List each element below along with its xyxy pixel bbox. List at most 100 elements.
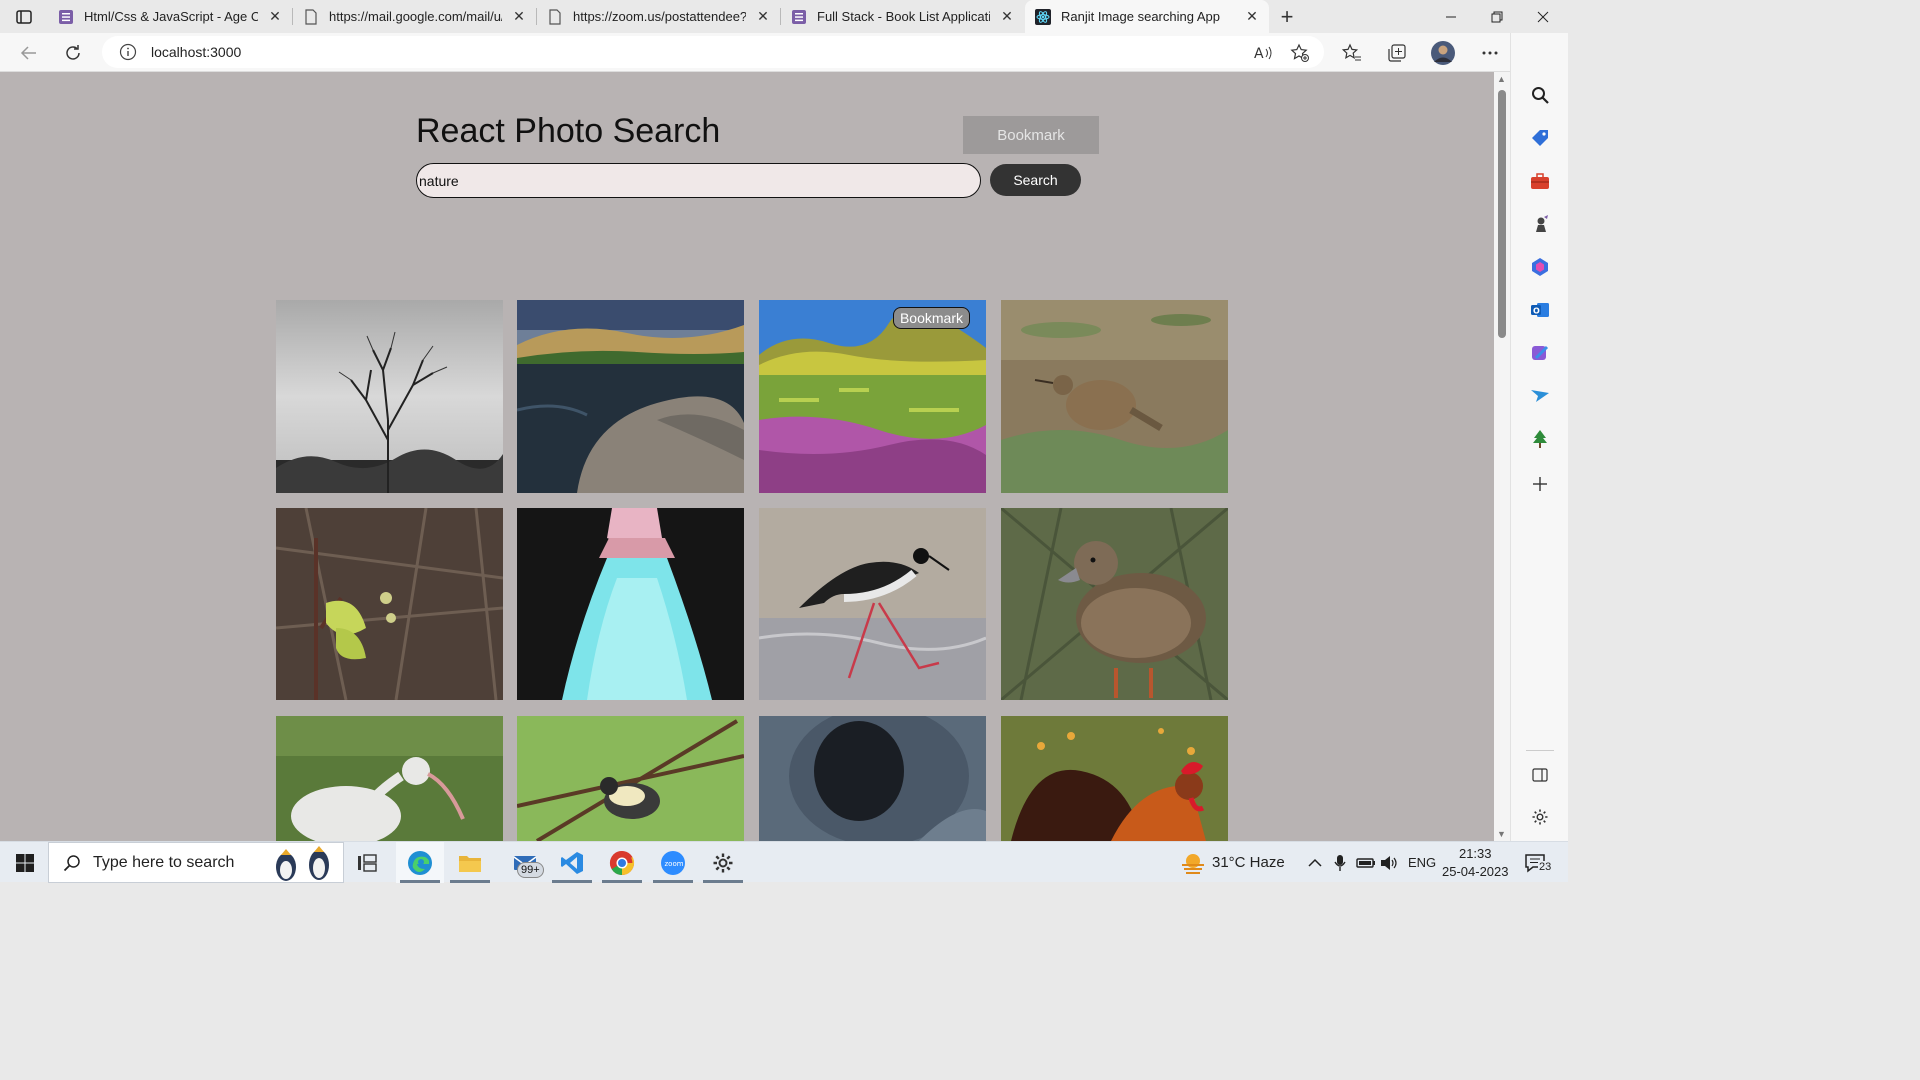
tab-zoom[interactable]: https://zoom.us/postattendee?m ✕ xyxy=(537,0,780,33)
scroll-up-icon[interactable]: ▲ xyxy=(1497,74,1506,84)
windows-start-icon[interactable] xyxy=(4,842,46,883)
photo-image xyxy=(1001,716,1228,841)
form-page-icon xyxy=(792,9,806,24)
chrome-icon[interactable] xyxy=(600,842,644,883)
taskbar-search-placeholder: Type here to search xyxy=(93,853,235,871)
profile-avatar[interactable] xyxy=(1430,40,1456,66)
weather-widget[interactable]: 31°C Haze xyxy=(1180,842,1285,883)
photo-image xyxy=(517,300,744,493)
shopping-tag-icon[interactable] xyxy=(1530,128,1550,148)
running-indicator xyxy=(450,880,490,883)
tree-icon[interactable] xyxy=(1530,429,1550,449)
browser-toolbar: localhost:3000 A xyxy=(0,33,1568,72)
tab-title: Html/Css & JavaScript - Age Calc xyxy=(84,9,258,24)
search-input[interactable]: nature xyxy=(416,163,981,198)
photo-card[interactable] xyxy=(276,300,503,493)
favorites-icon[interactable] xyxy=(1339,40,1365,66)
running-indicator xyxy=(400,880,440,883)
photo-bookmark-button[interactable]: Bookmark xyxy=(892,307,970,329)
running-indicator xyxy=(602,880,642,883)
photo-card[interactable] xyxy=(1001,508,1228,700)
mail-icon[interactable]: 99+ xyxy=(500,842,552,883)
photo-card[interactable]: Bookmark xyxy=(759,300,986,493)
games-icon[interactable] xyxy=(1530,214,1550,234)
tab-book-list[interactable]: Full Stack - Book List Application ✕ xyxy=(781,0,1024,33)
close-window-icon[interactable] xyxy=(1520,0,1566,33)
zoom-icon[interactable]: zoom xyxy=(651,842,695,883)
close-tab-icon[interactable]: ✕ xyxy=(510,8,528,26)
battery-icon[interactable] xyxy=(1356,842,1376,883)
scroll-down-icon[interactable]: ▼ xyxy=(1497,829,1506,839)
notification-center-icon[interactable]: 23 xyxy=(1524,842,1553,883)
blank-page-icon xyxy=(549,8,561,25)
tab-gmail[interactable]: https://mail.google.com/mail/u/0 ✕ xyxy=(293,0,536,33)
clock[interactable]: 21:33 25-04-2023 xyxy=(1442,842,1509,883)
tab-actions-icon[interactable] xyxy=(10,6,38,28)
photo-card[interactable] xyxy=(1001,716,1228,841)
edge-taskbar-icon[interactable] xyxy=(396,842,444,883)
photo-image xyxy=(1001,300,1228,493)
settings-gear-icon[interactable] xyxy=(701,842,745,883)
gear-icon[interactable] xyxy=(1530,807,1550,827)
read-aloud-icon[interactable]: A xyxy=(1250,40,1276,66)
photo-card[interactable] xyxy=(276,508,503,700)
tab-image-search-app[interactable]: Ranjit Image searching App ✕ xyxy=(1025,0,1269,33)
address-bar[interactable]: localhost:3000 xyxy=(102,36,1324,68)
running-indicator xyxy=(653,880,693,883)
search-button[interactable]: Search xyxy=(990,164,1081,196)
restore-icon[interactable] xyxy=(1474,0,1520,33)
back-icon[interactable] xyxy=(15,40,41,66)
photo-card[interactable] xyxy=(517,716,744,841)
file-explorer-icon[interactable] xyxy=(448,842,492,883)
photo-card[interactable] xyxy=(759,716,986,841)
vscode-icon[interactable] xyxy=(550,842,594,883)
close-tab-icon[interactable]: ✕ xyxy=(1243,8,1261,26)
tab-title: Ranjit Image searching App xyxy=(1061,9,1220,24)
designer-icon[interactable] xyxy=(1530,343,1550,363)
refresh-icon[interactable] xyxy=(60,40,86,66)
photo-card[interactable] xyxy=(759,508,986,700)
add-sidebar-icon[interactable] xyxy=(1530,474,1550,494)
tab-title: Full Stack - Book List Application xyxy=(817,9,990,24)
close-tab-icon[interactable]: ✕ xyxy=(998,8,1016,26)
photo-card[interactable] xyxy=(517,300,744,493)
site-info-icon[interactable] xyxy=(119,43,137,61)
hide-sidebar-icon[interactable] xyxy=(1530,765,1550,785)
microphone-icon[interactable] xyxy=(1334,842,1346,883)
photo-image xyxy=(759,508,986,700)
photo-card[interactable] xyxy=(517,508,744,700)
collections-icon[interactable] xyxy=(1384,40,1410,66)
tools-briefcase-icon[interactable] xyxy=(1530,171,1550,191)
url-text: localhost:3000 xyxy=(151,44,242,60)
show-hidden-icons-icon[interactable] xyxy=(1307,842,1323,883)
close-tab-icon[interactable]: ✕ xyxy=(266,8,284,26)
outlook-icon[interactable]: O xyxy=(1530,300,1550,320)
sidebar-divider xyxy=(1526,750,1554,751)
close-tab-icon[interactable]: ✕ xyxy=(754,8,772,26)
photo-card[interactable] xyxy=(1001,300,1228,493)
volume-icon[interactable] xyxy=(1380,842,1398,883)
add-favorite-icon[interactable] xyxy=(1287,40,1313,66)
minimize-icon[interactable] xyxy=(1428,0,1474,33)
new-tab-icon[interactable]: + xyxy=(1276,4,1298,29)
photo-image xyxy=(276,716,503,841)
tab-age-calculator[interactable]: Html/Css & JavaScript - Age Calc ✕ xyxy=(48,0,292,33)
send-icon[interactable] xyxy=(1530,386,1550,406)
task-view-icon[interactable] xyxy=(346,842,388,883)
photo-card[interactable] xyxy=(276,716,503,841)
page-viewport: React Photo Search Bookmark nature Searc… xyxy=(0,72,1494,841)
clock-time: 21:33 xyxy=(1458,845,1492,861)
mail-badge: 99+ xyxy=(517,862,544,878)
microsoft-365-icon[interactable] xyxy=(1530,257,1550,277)
haze-weather-icon xyxy=(1182,853,1204,874)
more-options-icon[interactable] xyxy=(1477,40,1503,66)
bookmark-button[interactable]: Bookmark xyxy=(963,116,1099,154)
page-scrollbar[interactable]: ▲ ▼ xyxy=(1494,72,1510,841)
photo-image xyxy=(517,716,744,841)
photo-image xyxy=(1001,508,1228,700)
scrollbar-thumb[interactable] xyxy=(1498,90,1506,338)
taskbar-search-box[interactable]: Type here to search xyxy=(48,842,344,883)
language-indicator[interactable]: ENG xyxy=(1408,842,1436,883)
search-icon[interactable] xyxy=(1530,85,1550,105)
svg-text:zoom: zoom xyxy=(665,860,684,868)
